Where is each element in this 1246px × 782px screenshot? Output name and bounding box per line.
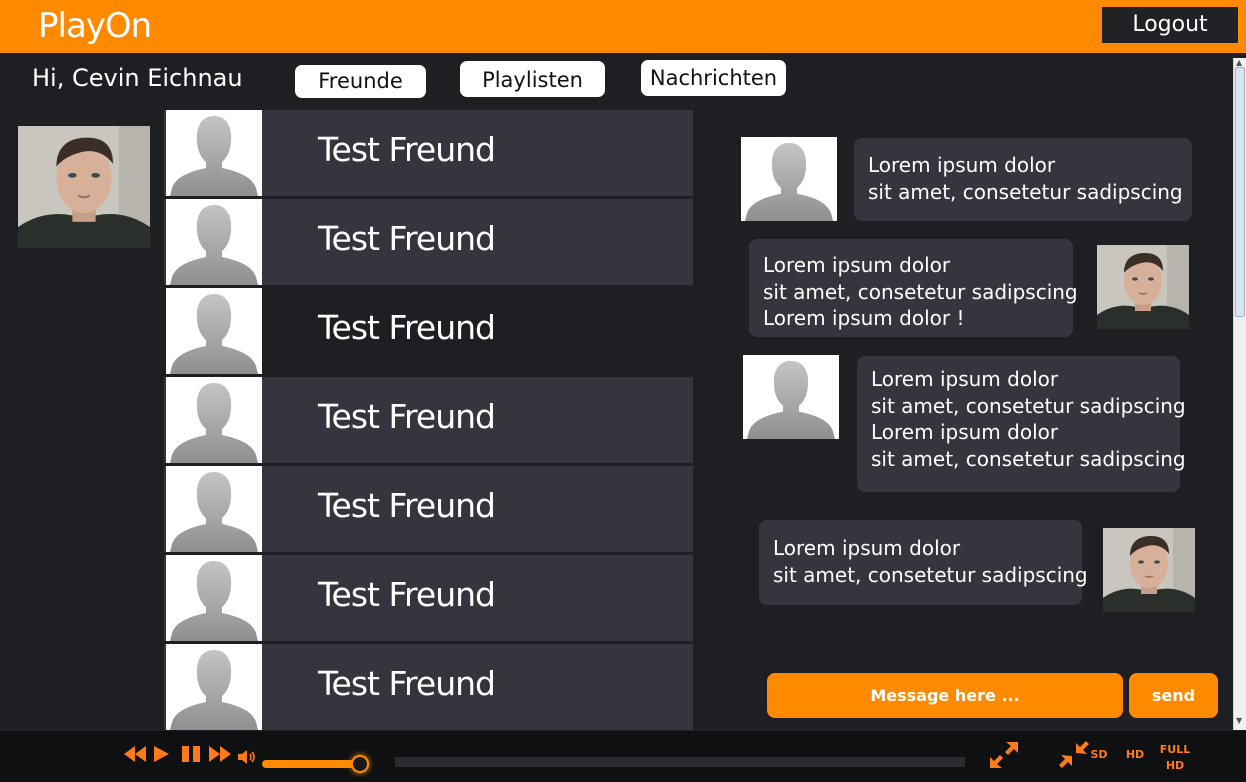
fast-forward-icon[interactable] bbox=[208, 745, 232, 763]
scroll-up-arrow-icon[interactable]: ▲ bbox=[1236, 58, 1242, 67]
scroll-down-arrow-icon[interactable]: ▼ bbox=[1236, 716, 1242, 725]
friend-list-item-selected[interactable]: Test Freund bbox=[164, 288, 693, 374]
chat-message-line: Lorem ipsum dolor bbox=[773, 536, 961, 560]
friend-list-item[interactable]: Test Freund bbox=[164, 644, 693, 730]
chat-message-line: sit amet, consetetur sadipscing bbox=[773, 562, 1088, 587]
chat-message-bubble: Lorem ipsum dolor sit amet, consetetur s… bbox=[854, 138, 1192, 221]
friend-name: Test Freund bbox=[318, 486, 496, 525]
friends-list: Test Freund Test Freund Test Freund Test… bbox=[164, 110, 693, 730]
tab-freunde[interactable]: Freunde bbox=[295, 65, 426, 98]
play-icon[interactable] bbox=[152, 745, 170, 763]
friend-name: Test Freund bbox=[318, 308, 496, 347]
volume-slider-handle[interactable] bbox=[351, 755, 369, 773]
quality-full-hd-button[interactable]: FULL HD bbox=[1159, 742, 1191, 774]
quality-full-hd-line1: FULL bbox=[1159, 743, 1191, 756]
friend-avatar-placeholder bbox=[166, 199, 262, 285]
quality-full-hd-line2: HD bbox=[1165, 759, 1185, 772]
chat-message-line: sit amet, consetetur sadipscing bbox=[871, 446, 1186, 471]
chat-message-line: sit amet, consetetur sadipscing bbox=[871, 393, 1186, 418]
chat-message-bubble: Lorem ipsum dolor sit amet, consetetur s… bbox=[857, 356, 1186, 492]
user-avatar[interactable] bbox=[18, 126, 150, 248]
chat-message-bubble: Lorem ipsum dolor sit amet, consetetur s… bbox=[749, 239, 1078, 337]
user-chat-avatar bbox=[1097, 245, 1189, 329]
quality-sd-button[interactable]: SD bbox=[1090, 747, 1108, 763]
top-bar: PlayOn Logout bbox=[0, 0, 1246, 53]
friend-chat-avatar bbox=[741, 137, 837, 221]
friend-avatar-placeholder bbox=[166, 644, 262, 730]
user-chat-avatar bbox=[1103, 528, 1195, 612]
chat-message-line: Lorem ipsum dolor bbox=[868, 153, 1056, 177]
tab-nachrichten[interactable]: Nachrichten bbox=[641, 60, 786, 96]
friend-name: Test Freund bbox=[318, 397, 496, 436]
logout-button[interactable]: Logout bbox=[1102, 7, 1238, 43]
chat-message-line: Lorem ipsum dolor bbox=[763, 253, 951, 277]
vertical-scrollbar[interactable]: ▲ ▼ bbox=[1233, 58, 1246, 730]
chat-message-line: Lorem ipsum dolor ! bbox=[763, 306, 965, 330]
friend-name: Test Freund bbox=[318, 664, 496, 703]
app-logo[interactable]: PlayOn bbox=[38, 6, 152, 46]
chat-message-line: Lorem ipsum dolor bbox=[871, 367, 1059, 391]
chat-message-line: sit amet, consetetur sadipscing bbox=[868, 179, 1183, 204]
user-greeting: Hi, Cevin Eichnau bbox=[32, 64, 243, 92]
scrollbar-thumb[interactable] bbox=[1235, 67, 1245, 317]
rewind-icon[interactable] bbox=[123, 745, 147, 763]
chat-message-bubble: Lorem ipsum dolor sit amet, consetetur s… bbox=[759, 520, 1088, 605]
friend-avatar-placeholder bbox=[166, 466, 262, 552]
friend-avatar-placeholder bbox=[166, 288, 262, 374]
friend-list-item[interactable]: Test Freund bbox=[164, 377, 693, 463]
friend-avatar-placeholder bbox=[166, 110, 262, 196]
quality-hd-button[interactable]: HD bbox=[1125, 747, 1145, 763]
message-input[interactable] bbox=[767, 673, 1123, 718]
expand-icon[interactable] bbox=[988, 740, 1020, 770]
volume-icon[interactable] bbox=[237, 749, 257, 765]
shrink-icon[interactable] bbox=[1058, 740, 1090, 770]
send-button[interactable]: send bbox=[1129, 673, 1218, 718]
friend-name: Test Freund bbox=[318, 219, 496, 258]
friend-list-item[interactable]: Test Freund bbox=[164, 466, 693, 552]
friend-avatar-placeholder bbox=[166, 377, 262, 463]
friend-list-item[interactable]: Test Freund bbox=[164, 199, 693, 285]
volume-slider[interactable] bbox=[262, 760, 362, 768]
friend-chat-avatar bbox=[743, 355, 839, 439]
pause-icon[interactable] bbox=[181, 745, 202, 763]
chat-message-line: Lorem ipsum dolor bbox=[871, 420, 1059, 444]
playback-progress-bar[interactable] bbox=[395, 757, 965, 767]
chat-message-line: sit amet, consetetur sadipscing bbox=[763, 279, 1078, 304]
friend-list-item[interactable]: Test Freund bbox=[164, 110, 693, 196]
friend-name: Test Freund bbox=[318, 575, 496, 614]
tab-playlisten[interactable]: Playlisten bbox=[460, 61, 605, 97]
friend-avatar-placeholder bbox=[166, 555, 262, 641]
friend-name: Test Freund bbox=[318, 130, 496, 169]
friend-list-item[interactable]: Test Freund bbox=[164, 555, 693, 641]
